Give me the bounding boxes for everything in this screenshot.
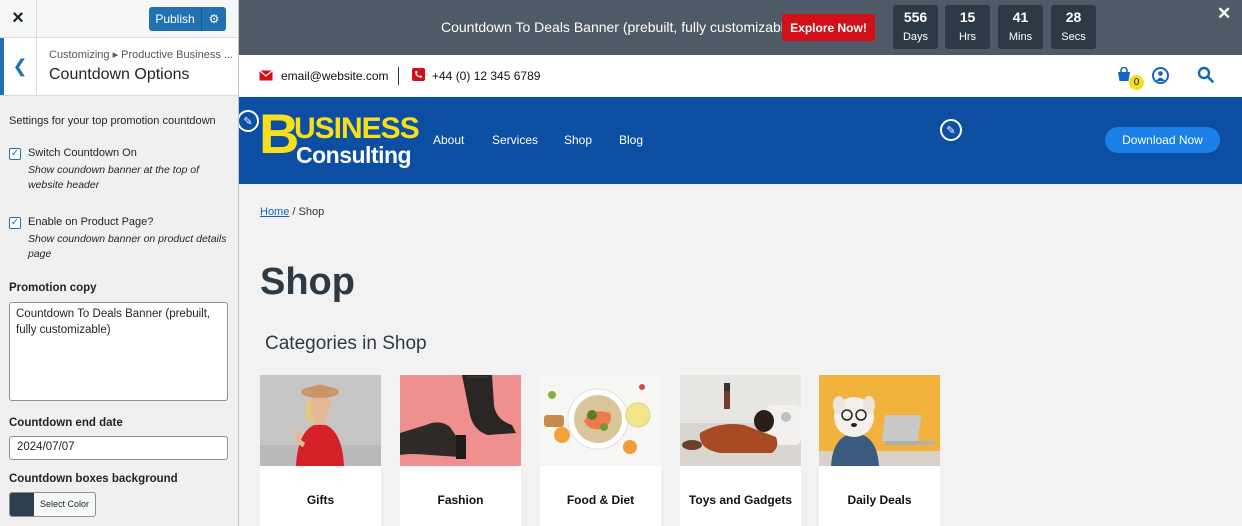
top-contact-bar: email@website.com +44 (0) 12 345 6789 0 (239, 55, 1242, 97)
explore-now-button[interactable]: Explore Now! (782, 14, 875, 41)
countdown-seconds: 28 Secs (1051, 5, 1096, 49)
checkmark-icon: ✓ (10, 217, 20, 228)
countdown-hours: 15 Hrs (945, 5, 990, 49)
logo-consulting: Consulting (296, 142, 412, 168)
site-header: ✎ B USINESS Consulting About Services Sh… (239, 97, 1242, 184)
nav-shop[interactable]: Shop (564, 133, 592, 147)
switch-countdown-checkbox[interactable]: ✓ (9, 148, 21, 160)
countdown-value: 15 (959, 9, 976, 25)
page-title: Shop (260, 261, 355, 303)
section-header: ❮ Customizing ▸ Productive Business ... … (0, 38, 238, 96)
select-color-label: Select Color (40, 499, 90, 509)
product-page-checkbox[interactable]: ✓ (9, 217, 21, 229)
countdown-value: 28 (1065, 9, 1082, 25)
contact-email[interactable]: email@website.com (281, 69, 389, 83)
close-icon: × (12, 7, 24, 29)
gear-icon: ⚙ (208, 12, 220, 26)
countdown-unit: Hrs (958, 31, 977, 43)
product-page-help: Show coundown banner on product details … (28, 233, 227, 260)
breadcrumb: Home / Shop (260, 206, 324, 218)
color-swatch (10, 493, 34, 516)
publish-settings-button[interactable]: ⚙ (201, 7, 226, 31)
user-account-icon[interactable] (1152, 67, 1169, 84)
divider (398, 67, 399, 85)
banner-text: Countdown To Deals Banner (prebuilt, ful… (441, 19, 797, 35)
promotion-copy-label: Promotion copy (9, 282, 97, 294)
category-card-food[interactable]: Food & Diet (540, 375, 661, 526)
breadcrumb-current: Shop (298, 206, 325, 218)
category-name: Daily Deals (847, 493, 912, 507)
category-card-fashion[interactable]: Fashion (400, 375, 521, 526)
customizer-header-bar: × Publish ⚙ (0, 0, 238, 38)
search-icon[interactable] (1197, 66, 1214, 86)
countdown-banner: Countdown To Deals Banner (prebuilt, ful… (239, 0, 1242, 55)
category-name: Toys and Gadgets (688, 493, 793, 507)
categories-heading: Categories in Shop (265, 333, 427, 354)
site-preview: Countdown To Deals Banner (prebuilt, ful… (239, 0, 1242, 526)
nav-services[interactable]: Services (492, 133, 538, 147)
countdown-unit: Secs (1061, 31, 1086, 43)
customizer-sidebar: × Publish ⚙ ❮ Customizing ▸ Productive B… (0, 0, 239, 526)
nav-blog[interactable]: Blog (619, 133, 643, 147)
banner-close-icon[interactable]: ✕ (1217, 4, 1231, 24)
category-name: Fashion (437, 493, 484, 507)
select-color-button[interactable]: Select Color (9, 492, 96, 517)
back-button[interactable]: ❮ (0, 38, 37, 95)
countdown-value: 556 (903, 9, 928, 25)
checkmark-icon: ✓ (10, 148, 20, 159)
countdown-value: 41 (1012, 9, 1029, 25)
chevron-left-icon: ❮ (12, 56, 28, 76)
envelope-icon (259, 70, 273, 84)
countdown-days: 556 Days (893, 5, 938, 49)
cart-count-badge: 0 (1129, 75, 1144, 90)
box-background-label: Countdown boxes background (9, 473, 178, 485)
end-date-label: Countdown end date (9, 417, 123, 429)
category-image (680, 375, 801, 466)
logo-letter-b: B (259, 102, 299, 165)
logo-usiness: USINESS (294, 112, 420, 145)
download-now-button[interactable]: Download Now (1105, 127, 1220, 153)
countdown-minutes: 41 Mins (998, 5, 1043, 49)
edit-pencil-icon[interactable]: ✎ (940, 119, 962, 141)
category-name: Gifts (306, 493, 335, 507)
category-name: Food & Diet (566, 493, 635, 507)
breadcrumb-home-link[interactable]: Home (260, 206, 289, 218)
edit-pencil-icon[interactable]: ✎ (239, 110, 259, 132)
publish-button[interactable]: Publish (149, 7, 201, 31)
category-image (819, 375, 940, 466)
close-customizer-button[interactable]: × (0, 0, 37, 37)
section-description: Settings for your top promotion countdow… (9, 115, 216, 127)
category-card-deals[interactable]: Daily Deals (819, 375, 940, 526)
category-image (260, 375, 381, 466)
switch-countdown-label: Switch Countdown On (28, 147, 137, 159)
countdown-unit: Mins (1008, 31, 1033, 43)
category-card-gifts[interactable]: Gifts (260, 375, 381, 526)
phone-icon (412, 68, 425, 84)
category-image (540, 375, 661, 466)
nav-about[interactable]: About (433, 133, 464, 147)
customizer-breadcrumb: Customizing ▸ Productive Business ... (49, 49, 234, 61)
product-page-label: Enable on Product Page? (28, 216, 154, 228)
category-card-toys[interactable]: Toys and Gadgets (680, 375, 801, 526)
category-image (400, 375, 521, 466)
breadcrumb-separator: / (289, 206, 299, 218)
switch-countdown-help: Show coundown banner at the top of websi… (28, 164, 200, 191)
countdown-unit: Days (902, 31, 929, 43)
promotion-copy-textarea[interactable]: Countdown To Deals Banner (prebuilt, ful… (9, 302, 228, 401)
end-date-input[interactable]: 2024/07/07 (9, 436, 228, 460)
section-title: Countdown Options (49, 66, 190, 83)
contact-phone[interactable]: +44 (0) 12 345 6789 (432, 69, 540, 83)
